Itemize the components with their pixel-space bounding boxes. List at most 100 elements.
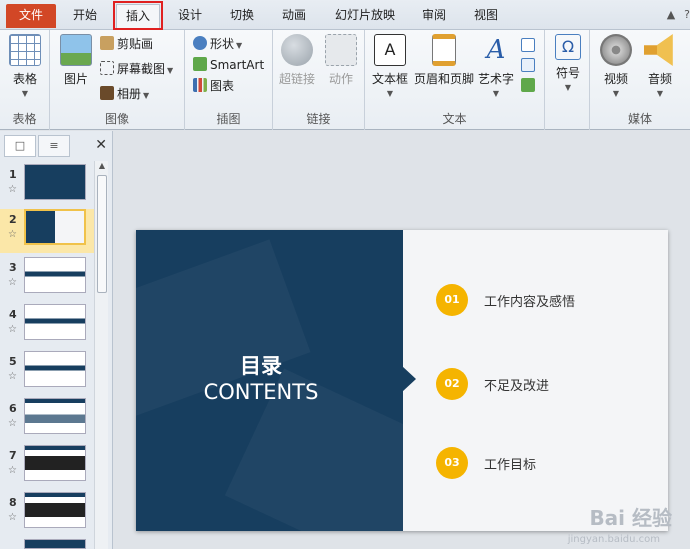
tab-file[interactable]: 文件	[6, 4, 56, 28]
tab-transitions[interactable]: 切换	[220, 4, 264, 28]
tab-design[interactable]: 设计	[168, 4, 212, 28]
close-pane-icon[interactable]: ✕	[95, 137, 107, 153]
picture-icon	[60, 34, 92, 66]
tab-home[interactable]: 开始	[62, 4, 108, 28]
animation-star-icon: ☆	[8, 371, 17, 382]
group-symbols: Ω 符号 ▼	[545, 30, 590, 130]
ribbon-tab-bar: 文件 开始 插入 设计 切换 动画 幻灯片放映 审阅 视图 ▲ ?	[0, 0, 690, 31]
shapes-button[interactable]: 形状 ▼	[193, 34, 242, 54]
slide-thumbnail[interactable]	[24, 351, 86, 387]
slides-scrollbar[interactable]: ▲	[94, 161, 108, 549]
tab-slideshow[interactable]: 幻灯片放映	[326, 4, 404, 28]
scroll-up-icon[interactable]: ▲	[95, 161, 109, 173]
slide-thumbnail-row[interactable]	[0, 539, 95, 549]
chevron-down-icon: ▼	[236, 41, 243, 50]
slide-number-icon	[521, 58, 535, 72]
slide-thumbnail[interactable]	[24, 445, 86, 481]
tab-insert[interactable]: 插入	[113, 1, 163, 31]
globe-link-icon	[281, 34, 313, 66]
animation-star-icon: ☆	[8, 324, 17, 335]
animation-star-icon: ☆	[8, 512, 17, 523]
group-links: 超链接 动作 链接	[273, 30, 365, 130]
slide-thumbnail[interactable]	[24, 164, 86, 200]
video-button[interactable]: 视频 ▼	[596, 34, 636, 99]
slide-thumbnail-row[interactable]: 3 ☆	[0, 257, 95, 301]
chevron-down-icon: ▼	[21, 89, 29, 98]
slides-view-icon: □	[14, 139, 26, 152]
item-number-badge: 03	[436, 447, 468, 479]
slide-thumbnail[interactable]	[24, 398, 86, 434]
slide-thumbnail[interactable]	[24, 257, 86, 293]
table-button[interactable]: 表格 ▼	[8, 34, 42, 99]
item-number-badge: 01	[436, 284, 468, 316]
wordart-button[interactable]: A 艺术字 ▼	[477, 34, 515, 99]
tab-view[interactable]: 视图	[464, 4, 508, 28]
album-icon	[100, 86, 114, 100]
group-label-links: 链接	[306, 112, 331, 126]
help-icon[interactable]: ?	[680, 8, 690, 22]
slide-title-chinese[interactable]: 目录	[136, 350, 386, 380]
current-slide[interactable]: 目录 CONTENTS 01 工作内容及感悟 02 不足及改进 03 工作目标	[136, 230, 668, 531]
group-label-text: 文本	[442, 112, 467, 126]
tab-slides-view[interactable]: □	[4, 135, 36, 157]
date-time-button[interactable]	[521, 36, 537, 56]
chevron-down-icon: ▼	[656, 89, 664, 98]
action-button[interactable]: 动作	[321, 34, 361, 87]
header-footer-icon	[432, 34, 456, 66]
animation-star-icon: ☆	[8, 184, 17, 195]
slide-title-panel: 目录 CONTENTS	[136, 230, 448, 531]
ribbon: 表格 ▼ 表格 图片 剪贴画 屏幕截图 ▼ 相册 ▼ 图像 形状 ▼ SmartArt…	[0, 30, 690, 130]
picture-button[interactable]: 图片	[58, 34, 94, 87]
item-text: 工作目标	[484, 458, 537, 473]
animation-star-icon: ☆	[8, 277, 17, 288]
wordart-icon: A	[486, 35, 506, 65]
slide-thumbnail-row[interactable]: 1 ☆	[0, 164, 95, 208]
screenshot-button[interactable]: 屏幕截图 ▼	[100, 59, 173, 79]
item-text: 工作内容及感悟	[484, 295, 576, 310]
slide-thumbnail-row[interactable]: 4 ☆	[0, 304, 95, 348]
shapes-icon	[193, 36, 207, 50]
tab-outline-view[interactable]: ≡	[38, 135, 70, 157]
slide-title-english[interactable]: CONTENTS	[136, 380, 386, 404]
slide-thumbnail[interactable]	[24, 539, 86, 549]
smartart-button[interactable]: SmartArt	[193, 55, 264, 75]
chart-button[interactable]: 图表	[193, 76, 234, 96]
slide-thumbnail[interactable]	[24, 492, 86, 528]
slide-editing-area[interactable]: 目录 CONTENTS 01 工作内容及感悟 02 不足及改进 03 工作目标 …	[114, 131, 690, 549]
object-button[interactable]	[521, 76, 537, 96]
scrollbar-thumb[interactable]	[97, 175, 107, 293]
slide-thumbnail-row[interactable]: 5 ☆	[0, 351, 95, 395]
chevron-down-icon: ▼	[564, 83, 572, 92]
baidu-watermark: Bai 经验	[589, 506, 672, 530]
tab-review[interactable]: 审阅	[412, 4, 456, 28]
slide-number-button[interactable]	[521, 56, 537, 76]
animation-star-icon: ☆	[8, 465, 17, 476]
chevron-down-icon: ▼	[386, 89, 394, 98]
screenshot-icon	[100, 61, 114, 75]
speaker-icon	[644, 34, 673, 66]
slide-thumbnail-row[interactable]: 8 ☆	[0, 492, 95, 536]
symbol-button[interactable]: Ω 符号 ▼	[551, 34, 585, 93]
pane-tabs: □ ≡ ✕	[0, 135, 113, 157]
audio-button[interactable]: 音频 ▼	[640, 34, 680, 99]
slide-thumbnail-row[interactable]: 6 ☆	[0, 398, 95, 442]
tab-animations[interactable]: 动画	[272, 4, 316, 28]
slides-pane: □ ≡ ✕ 1 ☆ 2 ☆ 3 ☆ 4 ☆ 5 ☆ 6 ☆ 7 ☆ 8 ☆ ▲	[0, 131, 113, 549]
group-illustrations: 形状 ▼ SmartArt 图表 插图	[185, 30, 273, 130]
animation-star-icon: ☆	[8, 229, 17, 240]
album-button[interactable]: 相册 ▼	[100, 84, 149, 104]
textbox-button[interactable]: A 文本框 ▼	[371, 34, 409, 99]
object-icon	[521, 78, 535, 92]
slide-thumbnail-row-selected[interactable]: 2 ☆	[0, 209, 95, 253]
minimize-ribbon-icon[interactable]: ▲	[664, 8, 678, 22]
clipart-button[interactable]: 剪贴画	[100, 34, 153, 54]
header-footer-button[interactable]: 页眉和页脚	[413, 34, 475, 87]
chart-icon	[193, 78, 207, 92]
chevron-down-icon: ▼	[167, 66, 174, 75]
slide-thumbnail[interactable]	[24, 209, 86, 245]
hyperlink-button[interactable]: 超链接	[277, 34, 317, 87]
group-images: 图片 剪贴画 屏幕截图 ▼ 相册 ▼ 图像	[50, 30, 185, 130]
slide-thumbnail[interactable]	[24, 304, 86, 340]
slide-thumbnail-row[interactable]: 7 ☆	[0, 445, 95, 489]
group-tables: 表格 ▼ 表格	[0, 30, 50, 130]
